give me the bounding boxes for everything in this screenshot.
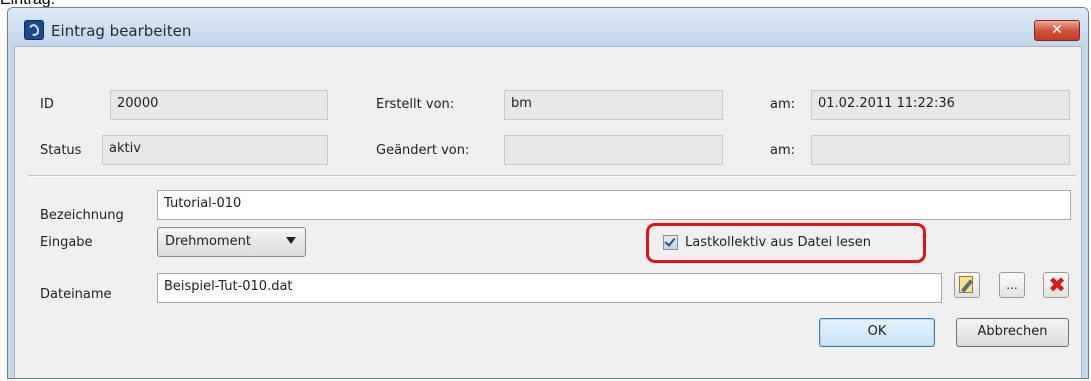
eingabe-dropdown[interactable]: Drehmoment xyxy=(157,227,306,257)
close-button[interactable]: ✕ xyxy=(1034,20,1080,41)
window-title: Eintrag bearbeiten xyxy=(51,22,192,40)
delete-file-button[interactable]: ✖ xyxy=(1043,272,1069,298)
lastkollektiv-label[interactable]: Lastkollektiv aus Datei lesen xyxy=(685,235,871,250)
delete-icon: ✖ xyxy=(1048,273,1066,297)
status-field: aktiv xyxy=(102,135,328,165)
created-by-field: bm xyxy=(504,90,723,120)
dropdown-arrow-icon xyxy=(286,237,296,244)
ok-button[interactable]: OK xyxy=(819,318,935,347)
eingabe-label: Eingabe xyxy=(40,235,93,250)
edit-file-button[interactable] xyxy=(954,272,980,298)
bezeichnung-label: Bezeichnung xyxy=(40,208,124,223)
section-divider xyxy=(29,175,1075,177)
changed-at-label: am: xyxy=(770,143,796,158)
status-label: Status xyxy=(40,143,82,158)
cancel-button[interactable]: Abbrechen xyxy=(956,318,1069,347)
created-at-field: 01.02.2011 11:22:36 xyxy=(811,90,1070,120)
changed-by-label: Geändert von: xyxy=(376,143,470,158)
title-bar: Eintrag bearbeiten ✕ xyxy=(8,8,1088,46)
created-at-label: am: xyxy=(770,97,796,112)
dialog-body: ID 20000 Erstellt von: bm am: 01.02.2011… xyxy=(14,46,1082,378)
app-icon xyxy=(24,20,44,40)
bezeichnung-input[interactable]: Tutorial-010 xyxy=(157,190,1071,220)
changed-at-field xyxy=(811,135,1070,165)
close-icon: ✕ xyxy=(1051,22,1063,38)
created-by-label: Erstellt von: xyxy=(376,97,455,112)
edit-entry-dialog: Eintrag bearbeiten ✕ ID 20000 Erstellt v… xyxy=(7,7,1089,379)
lastkollektiv-checkbox[interactable] xyxy=(663,235,678,250)
edit-file-icon xyxy=(959,276,974,293)
browse-file-button[interactable]: ... xyxy=(999,272,1025,298)
dateiname-label: Dateiname xyxy=(40,287,112,302)
browse-icon: ... xyxy=(1006,278,1018,292)
dateiname-input[interactable]: Beispiel-Tut-010.dat xyxy=(157,273,942,303)
id-field: 20000 xyxy=(110,90,328,120)
checkmark-icon xyxy=(664,235,676,247)
changed-by-field xyxy=(504,135,723,165)
eingabe-selected-value: Drehmoment xyxy=(165,234,251,249)
id-label: ID xyxy=(40,97,54,112)
